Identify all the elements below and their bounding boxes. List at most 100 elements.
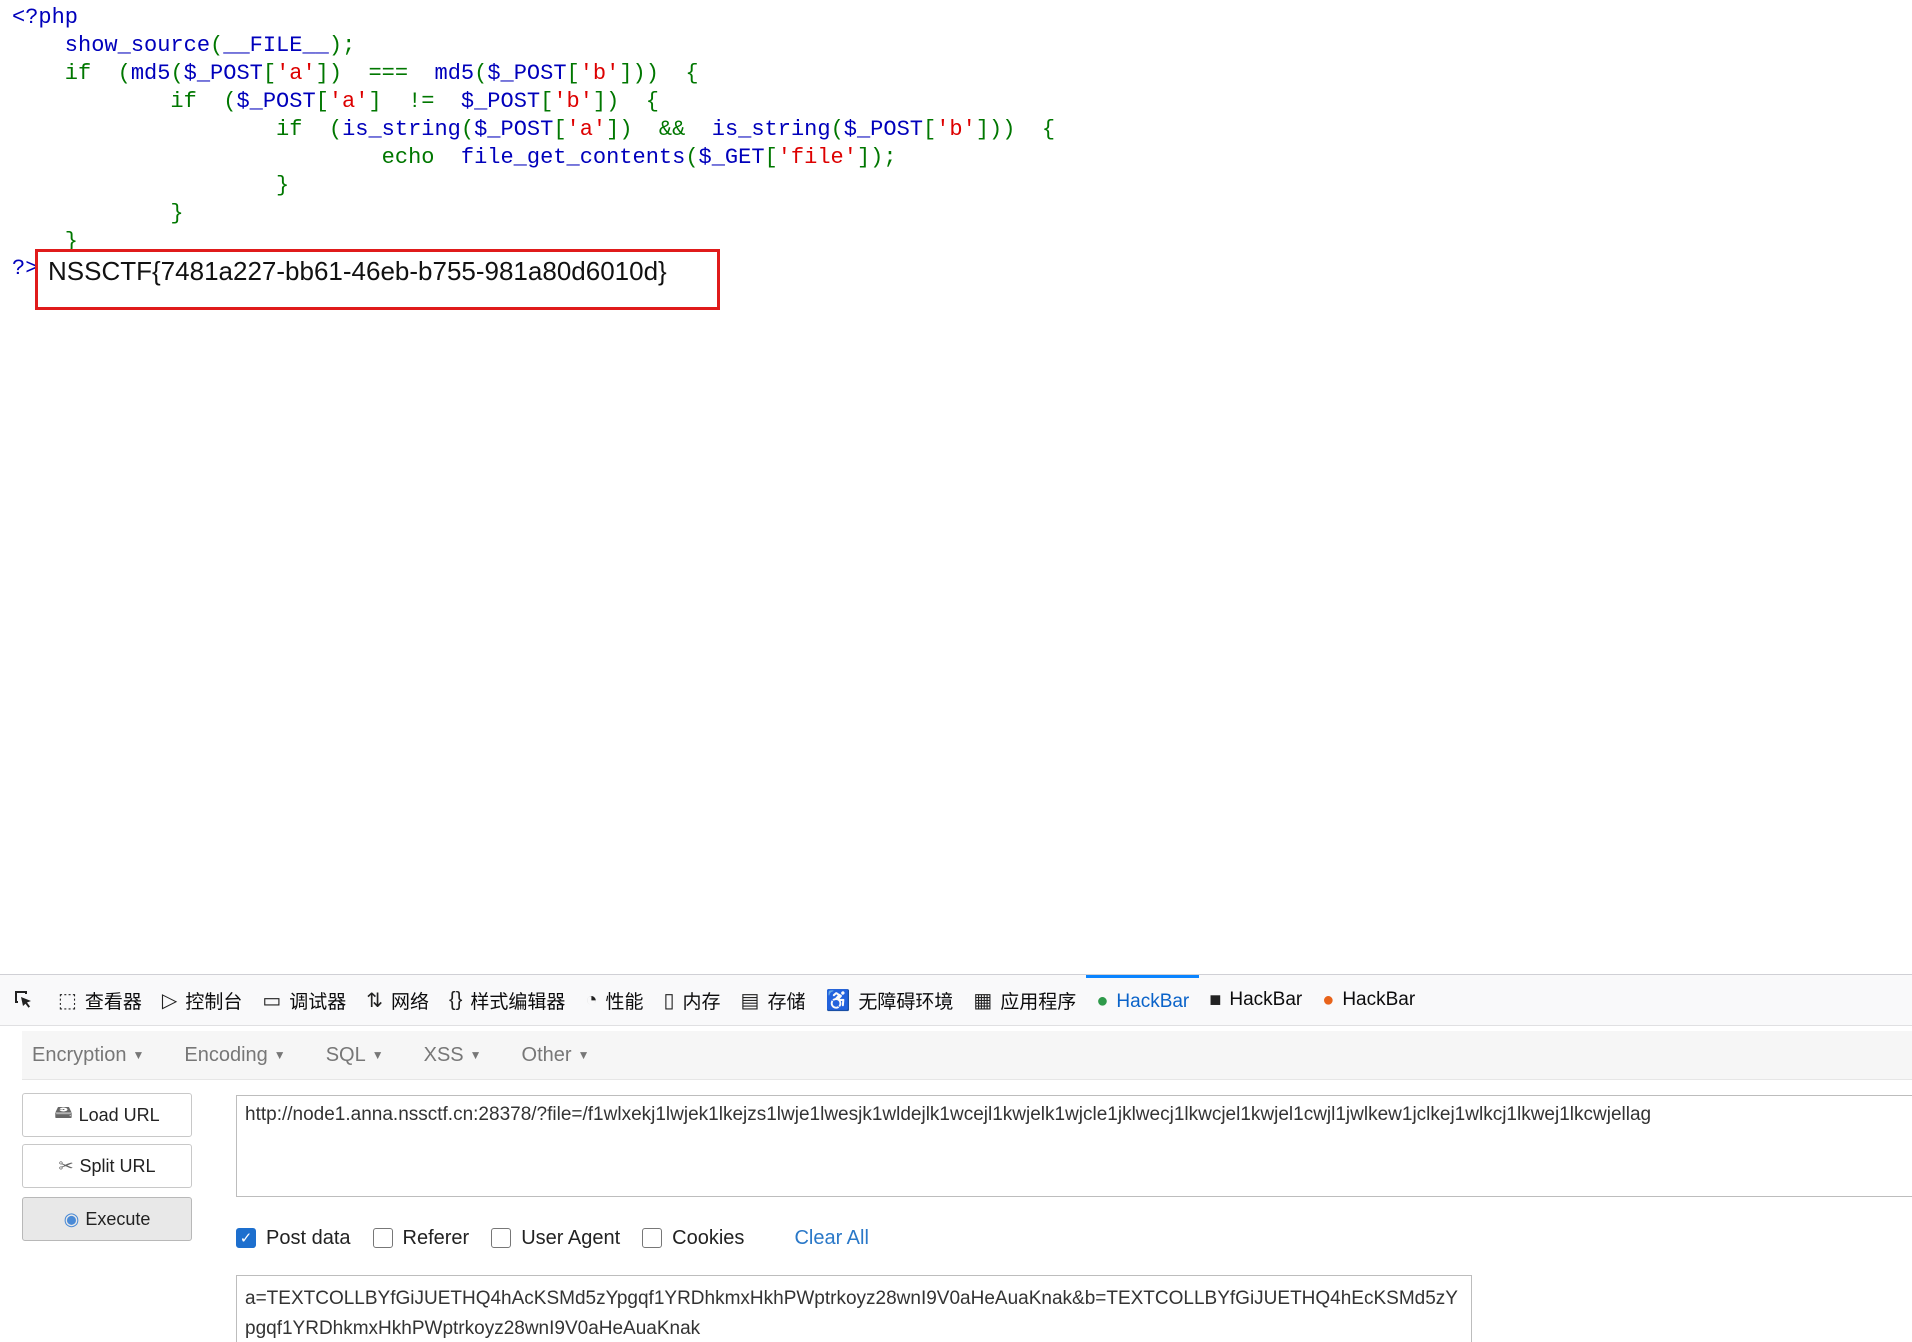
- devtools-tab[interactable]: ■ HackBar: [1199, 975, 1312, 1025]
- devtools-tab-label: 内存: [682, 991, 721, 1013]
- code-token: 'b': [579, 61, 620, 86]
- code-token: [: [553, 117, 567, 142]
- memory-icon: ▯: [663, 989, 675, 1012]
- devtools-tab-label: 网络: [391, 991, 430, 1013]
- network-icon: ⇅: [366, 989, 384, 1012]
- hackbar-orange-icon: ●: [1322, 988, 1335, 1011]
- storage-icon: ▤: [740, 989, 760, 1012]
- hackbar-menu-item[interactable]: SQL ▼: [316, 1044, 384, 1067]
- code-token: [: [764, 145, 778, 170]
- hackbar-menu-item[interactable]: Other ▼: [512, 1044, 590, 1067]
- devtools-tab[interactable]: ● HackBar: [1086, 975, 1200, 1025]
- console-icon: ▷: [161, 989, 178, 1012]
- code-token: 'b': [553, 89, 593, 114]
- code-token: (: [830, 117, 844, 142]
- code-token: ]) &&: [606, 117, 712, 142]
- url-input[interactable]: http://node1.anna.nssctf.cn:28378/?file=…: [236, 1095, 1912, 1197]
- code-token: [: [923, 117, 937, 142]
- code-token: 'b': [936, 117, 976, 142]
- code-token: ])) {: [975, 117, 1056, 142]
- style-editor-icon: {}: [449, 988, 463, 1011]
- caret-down-icon: ▼: [577, 1048, 590, 1063]
- hackbar-menu-item[interactable]: Encoding ▼: [174, 1044, 285, 1067]
- post-data-input[interactable]: a=TEXTCOLLBYfGiJUETHQ4hAcKSMd5zYpgqf1YRD…: [236, 1275, 1472, 1342]
- debugger-icon: ▭: [262, 989, 282, 1012]
- checkbox-empty-icon[interactable]: [372, 1228, 393, 1248]
- code-token: show_source: [12, 33, 211, 58]
- scissors-icon: ✂: [58, 1155, 74, 1176]
- code-token: if (: [12, 117, 343, 142]
- code-line: if (is_string($_POST['a']) && is_string(…: [12, 116, 1055, 144]
- devtools-tab[interactable]: ▦ 应用程序: [963, 975, 1086, 1025]
- performance-icon: ◔: [585, 988, 598, 1011]
- execute-button[interactable]: ◉ Execute: [22, 1197, 192, 1241]
- devtools-tab[interactable]: ▷ 控制台: [152, 975, 252, 1025]
- code-token: __FILE__: [223, 33, 329, 58]
- hackbar-menu: Encryption ▼ Encoding ▼ SQL ▼ XSS ▼ Other ▼: [22, 1031, 1912, 1080]
- code-token: }: [12, 201, 184, 226]
- checkbox-checked-icon[interactable]: ✓: [236, 1228, 256, 1248]
- devtools-tab[interactable]: {} 样式编辑器: [439, 975, 575, 1025]
- devtools-tab[interactable]: ⬚ 查看器: [48, 975, 152, 1025]
- code-line: echo file_get_contents($_GET['file']);: [12, 144, 1055, 172]
- code-token: [: [540, 89, 554, 114]
- code-token: <?php: [12, 5, 79, 30]
- option-checkbox[interactable]: ✓ Post data: [236, 1227, 351, 1250]
- code-line: }: [12, 172, 1055, 200]
- code-token: ] !=: [368, 89, 461, 114]
- option-label: Cookies: [672, 1226, 745, 1249]
- code-token: md5: [434, 61, 475, 86]
- clear-all-link[interactable]: Clear All: [794, 1227, 868, 1250]
- code-token: 'a': [276, 61, 316, 86]
- hackbar-menu-item[interactable]: Encryption ▼: [22, 1044, 144, 1067]
- code-token: (: [210, 33, 224, 58]
- devtools-tab[interactable]: ♿ 无障碍环境: [815, 975, 963, 1025]
- php-source-code: <?php show_source(__FILE__); if (md5($_P…: [12, 4, 1055, 256]
- code-token: echo: [12, 145, 461, 170]
- application-icon: ▦: [973, 989, 993, 1012]
- code-token: ]);: [856, 145, 897, 170]
- load-url-button[interactable]: 🖴 Load URL: [22, 1093, 192, 1137]
- devtools-tab[interactable]: ▯ 内存: [654, 975, 731, 1025]
- code-token: [: [315, 89, 329, 114]
- code-line: show_source(__FILE__);: [12, 32, 1055, 60]
- hackbar-menu-label: Encoding: [184, 1043, 268, 1066]
- devtools-tab[interactable]: ● HackBar: [1312, 975, 1425, 1025]
- code-token: 'a': [566, 117, 607, 142]
- devtools-tab-label: HackBar: [1116, 990, 1190, 1012]
- checkbox-empty-icon[interactable]: [491, 1228, 512, 1248]
- devtools-tab[interactable]: ▭ 调试器: [252, 975, 356, 1025]
- devtools-panel: ⬚ 查看器 ▷ 控制台 ▭ 调试器 ⇅ 网络 {} 样式编辑器 ◔ 性能 ▯ 内存 ▤ 存储 ♿ 无障碍环境 ▦ 应用…: [0, 974, 1912, 1342]
- code-token: $_POST: [474, 117, 554, 142]
- devtools-tab-label: 应用程序: [1000, 991, 1077, 1013]
- checkbox-empty-icon[interactable]: [642, 1228, 663, 1248]
- code-token: );: [328, 33, 356, 58]
- devtools-tab-label: 存储: [767, 991, 806, 1013]
- code-token: $_POST: [236, 89, 316, 114]
- code-token: $_GET: [698, 145, 765, 170]
- devtools-tab[interactable]: ◔ 性能: [575, 975, 653, 1025]
- hackbar-menu-label: Other: [521, 1043, 572, 1066]
- hackbar-menu-label: SQL: [325, 1043, 366, 1066]
- option-label: User Agent: [521, 1226, 621, 1249]
- code-token: $_POST: [487, 61, 567, 86]
- code-line: if ($_POST['a'] != $_POST['b']) {: [12, 88, 1055, 116]
- devtools-tab[interactable]: ▤ 存储: [731, 975, 816, 1025]
- code-line: <?php: [12, 4, 1055, 32]
- split-url-button[interactable]: ✂ Split URL: [22, 1144, 192, 1188]
- inspector-icon: ⬚: [58, 989, 77, 1012]
- code-token: is_string: [342, 117, 461, 142]
- hackbar-menu-item[interactable]: XSS ▼: [414, 1044, 482, 1067]
- hackbar-green-icon: ●: [1096, 990, 1109, 1012]
- code-token: 'file': [777, 145, 857, 170]
- execute-label: Execute: [85, 1208, 151, 1229]
- option-checkbox[interactable]: Cookies: [642, 1227, 744, 1250]
- element-picker-icon[interactable]: [0, 975, 48, 1025]
- request-options: ✓ Post data Referer User Agent Cookies Clear …: [236, 1223, 869, 1253]
- option-checkbox[interactable]: User Agent: [491, 1227, 620, 1250]
- code-token: (: [685, 145, 699, 170]
- option-checkbox[interactable]: Referer: [372, 1227, 469, 1250]
- code-token: [: [262, 61, 277, 86]
- code-token: if (: [12, 61, 131, 86]
- devtools-tab[interactable]: ⇅ 网络: [356, 975, 439, 1025]
